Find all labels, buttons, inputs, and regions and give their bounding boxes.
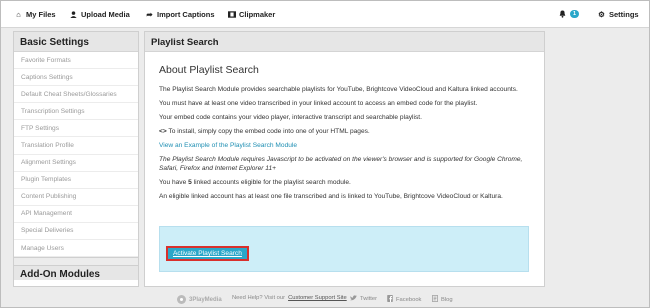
top-nav: ⌂ My Files Upload Media ➦ Import Caption… — [1, 1, 649, 28]
nav-my-files-label: My Files — [26, 9, 56, 19]
footer-brand-name: 3PlayMedia — [189, 296, 222, 303]
eligible-accounts-paragraph: You have 5 linked accounts eligible for … — [159, 179, 539, 188]
sidebar-section2-title: Add-On Modules — [14, 266, 138, 281]
code-icon: <> — [159, 127, 167, 135]
sidebar-item-api-management[interactable]: API Management — [14, 206, 138, 223]
footer-help-text: Need Help? Visit our — [232, 295, 286, 301]
sidebar-divider — [14, 257, 138, 267]
sidebar-item-ftp-settings[interactable]: FTP Settings — [14, 120, 138, 138]
sidebar-title: Basic Settings — [14, 32, 138, 52]
home-icon: ⌂ — [16, 9, 21, 19]
eligibility-definition-paragraph: An eligible linked account has at least … — [159, 192, 503, 200]
section-heading: About Playlist Search — [159, 64, 259, 76]
sidebar-item-translation-profile[interactable]: Translation Profile — [14, 137, 138, 155]
facebook-icon — [387, 295, 393, 304]
user-icon — [69, 10, 78, 18]
sidebar: Basic Settings Favorite Formats Captions… — [13, 31, 139, 287]
footer: 3PlayMedia Need Help? Visit our Customer… — [1, 289, 649, 307]
film-icon — [227, 10, 236, 18]
nav-import-captions[interactable]: ➦ Import Captions — [145, 1, 215, 27]
sidebar-item-alignment-settings[interactable]: Alignment Settings — [14, 155, 138, 172]
twitter-icon — [350, 295, 357, 303]
sidebar-item-default-cheat-sheets[interactable]: Default Cheat Sheets/Glossaries — [14, 86, 138, 104]
nav-upload-media-label: Upload Media — [81, 9, 130, 19]
notifications-badge: 1 — [570, 10, 580, 18]
footer-twitter[interactable]: Twitter — [350, 295, 377, 303]
sidebar-list: Favorite Formats Captions Settings Defau… — [14, 52, 138, 258]
panel-content: About Playlist Search The Playlist Searc… — [159, 64, 539, 207]
gear-icon: ⚙ — [598, 9, 605, 19]
nav-settings[interactable]: ⚙ Settings — [597, 1, 639, 27]
notifications-button[interactable]: 1 — [558, 1, 580, 27]
example-link[interactable]: View an Example of the Playlist Search M… — [159, 142, 297, 149]
sidebar-item-manage-users[interactable]: Manage Users — [14, 240, 138, 258]
activate-callout: Activate Playlist Search — [159, 226, 529, 272]
activate-playlist-search-button[interactable]: Activate Playlist Search — [166, 246, 249, 261]
arrow-icon: ➦ — [146, 9, 153, 19]
nav-clipmaker[interactable]: Clipmaker — [227, 1, 275, 27]
intro-paragraph: The Playlist Search Module provides sear… — [159, 86, 518, 93]
footer-blog[interactable]: Blog — [432, 295, 453, 304]
browser-support-paragraph: The Playlist Search Module requires Java… — [159, 155, 523, 172]
facebook-label: Facebook — [396, 296, 422, 303]
nav-settings-label: Settings — [609, 9, 639, 19]
playlist-search-panel: Playlist Search About Playlist Search Th… — [144, 31, 545, 287]
sidebar-item-plugin-templates[interactable]: Plugin Templates — [14, 172, 138, 189]
customer-support-link[interactable]: Customer Support Site — [288, 295, 347, 301]
bell-icon — [558, 10, 567, 18]
app-window: ⌂ My Files Upload Media ➦ Import Caption… — [0, 0, 650, 308]
twitter-label: Twitter — [360, 296, 378, 302]
install-paragraph: <> To install, simply copy the embed cod… — [159, 128, 539, 137]
footer-facebook[interactable]: Facebook — [387, 295, 421, 304]
nav-import-captions-label: Import Captions — [157, 9, 215, 19]
nav-upload-media[interactable]: Upload Media — [69, 1, 130, 27]
example-paragraph: View an Example of the Playlist Search M… — [159, 142, 539, 151]
sidebar-item-captions-settings[interactable]: Captions Settings — [14, 69, 138, 87]
blog-icon — [432, 295, 438, 304]
footer-help: Need Help? Visit our Customer Support Si… — [232, 295, 347, 301]
blog-label: Blog — [441, 296, 453, 303]
sidebar-item-transcription-settings[interactable]: Transcription Settings — [14, 103, 138, 121]
nav-my-files[interactable]: ⌂ My Files — [14, 1, 56, 27]
requirement-paragraph: You must have at least one video transcr… — [159, 99, 478, 107]
sidebar-item-special-deliveries[interactable]: Special Deliveries — [14, 223, 138, 241]
eligible-accounts-post: linked accounts eligible for the playlis… — [191, 178, 351, 186]
eligible-accounts-pre: You have — [159, 178, 189, 186]
footer-brand: 3PlayMedia — [177, 295, 222, 304]
embed-code-paragraph: Your embed code contains your video play… — [159, 113, 422, 121]
sidebar-item-content-publishing[interactable]: Content Publishing — [14, 189, 138, 206]
nav-clipmaker-label: Clipmaker — [239, 9, 276, 19]
sidebar-item-favorite-formats[interactable]: Favorite Formats — [14, 52, 138, 70]
panel-title: Playlist Search — [145, 32, 544, 52]
install-text: To install, simply copy the embed code i… — [168, 127, 370, 135]
3playmedia-logo-icon — [177, 295, 186, 304]
